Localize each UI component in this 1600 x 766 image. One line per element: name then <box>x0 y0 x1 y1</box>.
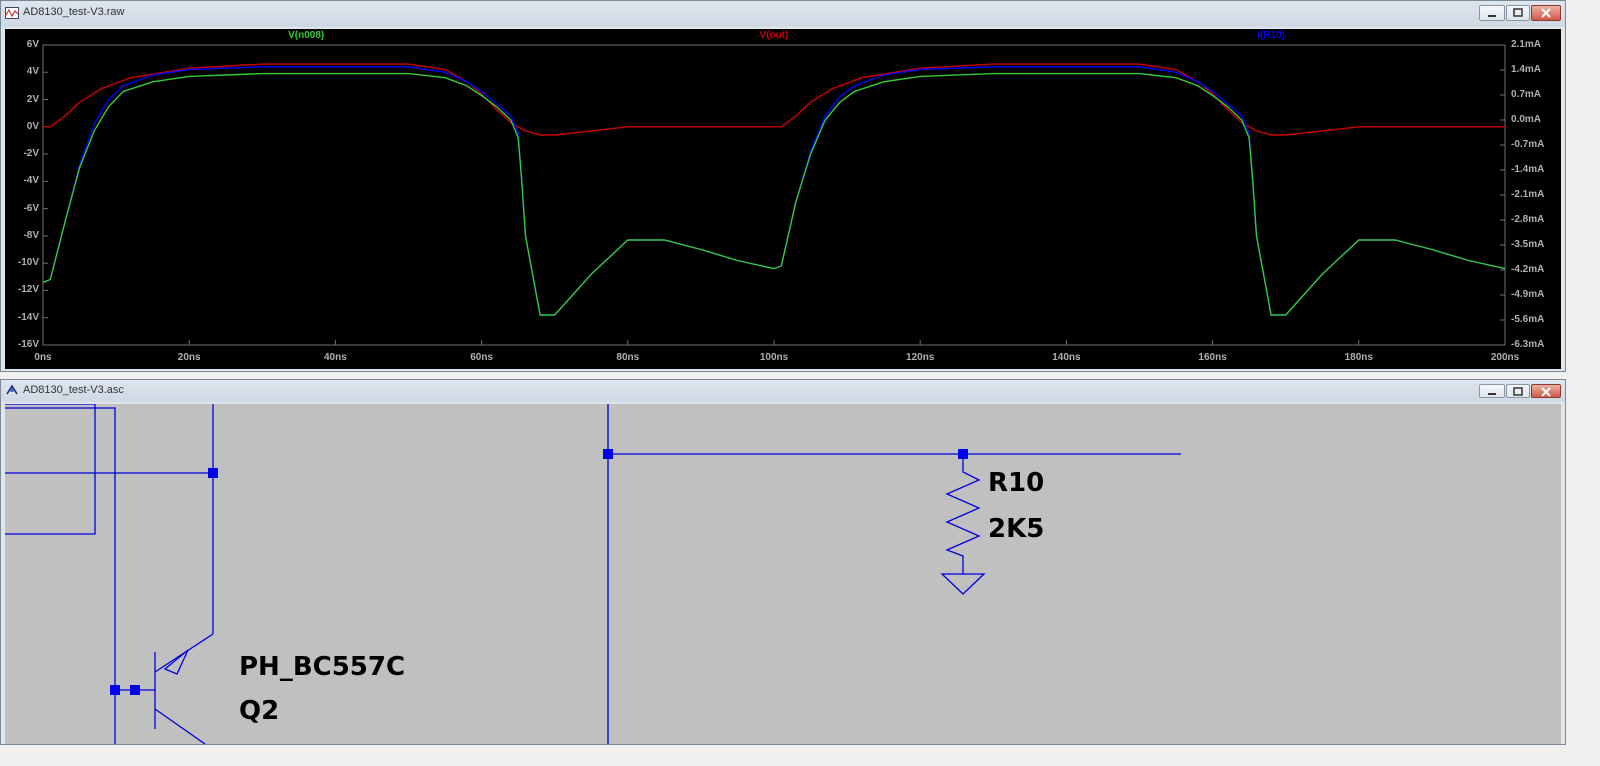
y-right-tick-label: -4.9mA <box>1511 289 1545 300</box>
x-tick-label: 180ns <box>1344 352 1373 363</box>
y-left-tick-label: -16V <box>17 339 39 350</box>
series-line-ir10[interactable] <box>42 66 1506 316</box>
x-tick-label: 40ns <box>323 352 347 363</box>
x-tick-label: 120ns <box>906 352 935 363</box>
y-right-tick-label: -1.4mA <box>1511 164 1545 175</box>
y-right-tick-label: 1.4mA <box>1511 64 1542 75</box>
ground-symbol <box>940 573 986 595</box>
schematic-window[interactable]: AD8130_test-V3.asc R10 2K5 PH_BC557C Q2 <box>0 379 1566 745</box>
minimize-button[interactable] <box>1479 5 1505 21</box>
schematic-drawing[interactable] <box>5 404 1561 744</box>
close-button[interactable] <box>1531 384 1561 398</box>
schematic-titlebar[interactable]: AD8130_test-V3.asc <box>1 380 1565 402</box>
y-left-tick-label: 0V <box>26 120 39 132</box>
minimize-icon <box>1488 393 1496 395</box>
minimize-button[interactable] <box>1479 384 1505 398</box>
y-right-tick-label: -2.8mA <box>1511 214 1545 225</box>
schematic-window-title: AD8130_test-V3.asc <box>23 384 124 396</box>
maximize-button[interactable] <box>1506 5 1530 21</box>
y-left-tick-label: 2V <box>26 93 39 105</box>
junction-dot[interactable] <box>603 449 613 459</box>
series-line-vout[interactable] <box>43 63 1505 136</box>
trace-label-vout[interactable]: V(out) <box>760 30 789 41</box>
series-line-vn008[interactable] <box>42 72 1506 316</box>
waveform-app-icon <box>5 7 19 19</box>
q2-name-label[interactable]: Q2 <box>239 696 279 726</box>
x-tick-label: 100ns <box>759 352 789 363</box>
y-left-tick-label: 6V <box>26 39 39 50</box>
trace-label-vn008[interactable]: V(n008) <box>288 30 324 41</box>
x-tick-label: 80ns <box>616 352 640 363</box>
x-tick-label: 60ns <box>470 352 493 363</box>
y-left-tick-label: -4V <box>23 175 39 187</box>
restore-icon <box>1513 8 1523 17</box>
y-left-tick-label: 4V <box>26 66 39 78</box>
waveform-plot[interactable] <box>5 29 1561 369</box>
y-left-tick-label: -14V <box>17 311 39 323</box>
y-right-tick-label: -4.2mA <box>1511 264 1545 275</box>
restore-icon <box>1513 387 1523 396</box>
y-right-tick-label: -6.3mA <box>1511 339 1545 350</box>
trace-label-ir10[interactable]: I(R10) <box>1257 30 1285 41</box>
q2-value-label[interactable]: PH_BC557C <box>239 652 405 682</box>
y-right-tick-label: -0.7mA <box>1511 139 1545 150</box>
schematic-app-icon <box>6 384 18 395</box>
junction-dot[interactable] <box>130 685 140 695</box>
close-button[interactable] <box>1531 5 1561 21</box>
y-left-tick-label: -10V <box>17 257 39 269</box>
waveform-titlebar[interactable]: AD8130_test-V3.raw <box>1 1 1565 27</box>
schematic-canvas[interactable]: R10 2K5 PH_BC557C Q2 <box>5 404 1561 744</box>
r10-name-label[interactable]: R10 <box>988 468 1044 498</box>
transistor-emitter-arrow <box>163 649 189 675</box>
x-tick-label: 160ns <box>1198 352 1227 363</box>
maximize-button[interactable] <box>1506 384 1530 398</box>
waveform-window[interactable]: AD8130_test-V3.raw 6V 4V 2V 0V -2V -4V -6V -8V -… <box>0 0 1566 372</box>
minimize-icon <box>1488 15 1496 17</box>
y-right-tick-label: -5.6mA <box>1511 314 1545 325</box>
transistor-collector <box>154 708 206 744</box>
y-right-tick-label: -2.1mA <box>1511 189 1545 200</box>
resistor-symbol <box>945 454 981 574</box>
wire[interactable] <box>5 404 96 535</box>
y-right-tick-label: 0.0mA <box>1511 114 1542 125</box>
junction-dot[interactable] <box>208 468 218 478</box>
y-right-tick-label: 2.1mA <box>1511 39 1542 50</box>
close-icon <box>1541 8 1551 18</box>
plot-frame <box>42 44 1506 346</box>
y-left-tick-label: -6V <box>23 202 39 214</box>
wire[interactable] <box>5 407 116 744</box>
x-tick-label: 200ns <box>1490 352 1520 363</box>
junction-dot[interactable] <box>110 685 120 695</box>
y-right-tick-label: -3.5mA <box>1511 239 1545 250</box>
y-left-tick-label: -2V <box>23 148 39 160</box>
plot-area[interactable]: 6V 4V 2V 0V -2V -4V -6V -8V -10V -12V -14V -16V 2.1m… <box>5 29 1561 369</box>
x-tick-label: 0ns <box>34 352 52 363</box>
y-left-tick-label: -8V <box>23 229 39 241</box>
y-left-tick-label: -12V <box>17 284 39 296</box>
waveform-window-title: AD8130_test-V3.raw <box>23 6 125 18</box>
close-icon <box>1541 387 1551 397</box>
x-tick-label: 140ns <box>1052 352 1081 363</box>
junction-dot[interactable] <box>958 449 968 459</box>
y-right-tick-label: 0.7mA <box>1511 89 1542 100</box>
x-tick-label: 20ns <box>177 352 201 363</box>
r10-value-label[interactable]: 2K5 <box>988 514 1044 544</box>
